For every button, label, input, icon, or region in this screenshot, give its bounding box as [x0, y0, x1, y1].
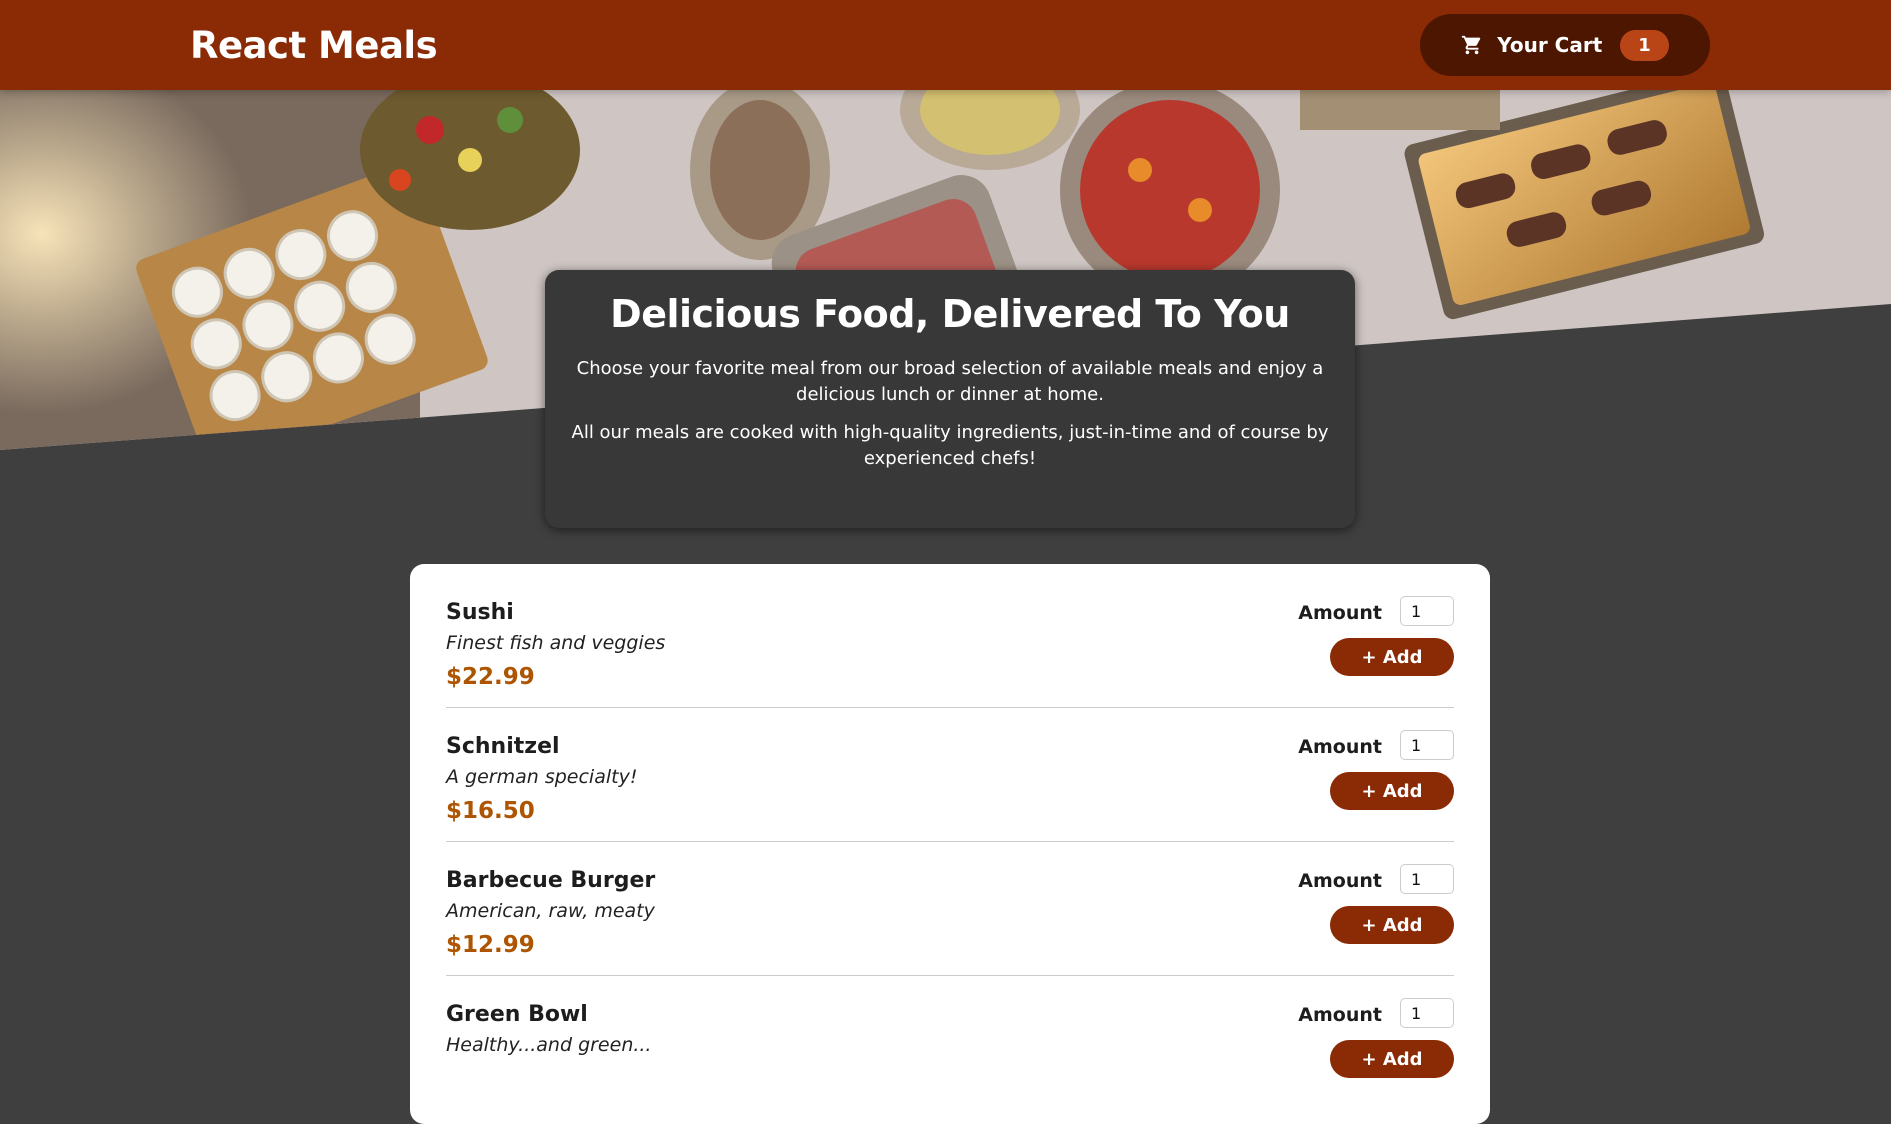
amount-label: Amount	[1298, 1004, 1382, 1026]
meal-name: Schnitzel	[446, 734, 560, 759]
meal-description: Healthy...and green...	[446, 1034, 652, 1056]
cart-count-badge: 1	[1620, 29, 1669, 61]
add-to-cart-button[interactable]: + Add	[1330, 906, 1454, 944]
summary-paragraph-1: Choose your favorite meal from our broad…	[576, 358, 1324, 405]
meal-item: Barbecue Burger American, raw, meaty $12…	[446, 842, 1454, 976]
amount-input[interactable]	[1400, 730, 1454, 760]
amount-label: Amount	[1298, 736, 1382, 758]
app-header: React Meals Your Cart 1	[0, 0, 1891, 90]
meal-description: Finest fish and veggies	[446, 632, 666, 654]
amount-input[interactable]	[1400, 998, 1454, 1028]
amount-input[interactable]	[1400, 596, 1454, 626]
amount-label: Amount	[1298, 870, 1382, 892]
meal-price: $16.50	[446, 798, 535, 824]
cart-button[interactable]: Your Cart 1	[1420, 14, 1710, 76]
meal-description: American, raw, meaty	[446, 900, 655, 922]
summary-paragraph-2: All our meals are cooked with high-quali…	[571, 422, 1329, 469]
amount-label: Amount	[1298, 602, 1382, 624]
meal-item: Green Bowl Healthy...and green... Amount…	[446, 976, 1454, 1110]
meal-name: Sushi	[446, 600, 514, 625]
meal-name: Barbecue Burger	[446, 868, 656, 893]
summary-card: Delicious Food, Delivered To You Choose …	[545, 270, 1355, 528]
add-to-cart-button[interactable]: + Add	[1330, 638, 1454, 676]
cart-label: Your Cart	[1497, 33, 1603, 57]
meal-item: Schnitzel A german specialty! $16.50 Amo…	[446, 708, 1454, 842]
meal-name: Green Bowl	[446, 1002, 588, 1027]
add-to-cart-button[interactable]: + Add	[1330, 772, 1454, 810]
meals-list: Sushi Finest fish and veggies $22.99 Amo…	[410, 564, 1490, 1124]
meal-description: A german specialty!	[446, 766, 638, 788]
cart-icon	[1461, 34, 1483, 56]
amount-input[interactable]	[1400, 864, 1454, 894]
app-title: React Meals	[190, 24, 438, 67]
add-to-cart-button[interactable]: + Add	[1330, 1040, 1454, 1078]
meal-price: $22.99	[446, 664, 535, 690]
meal-price: $12.99	[446, 932, 535, 958]
meal-item: Sushi Finest fish and veggies $22.99 Amo…	[446, 574, 1454, 708]
summary-heading: Delicious Food, Delivered To You	[610, 292, 1290, 336]
